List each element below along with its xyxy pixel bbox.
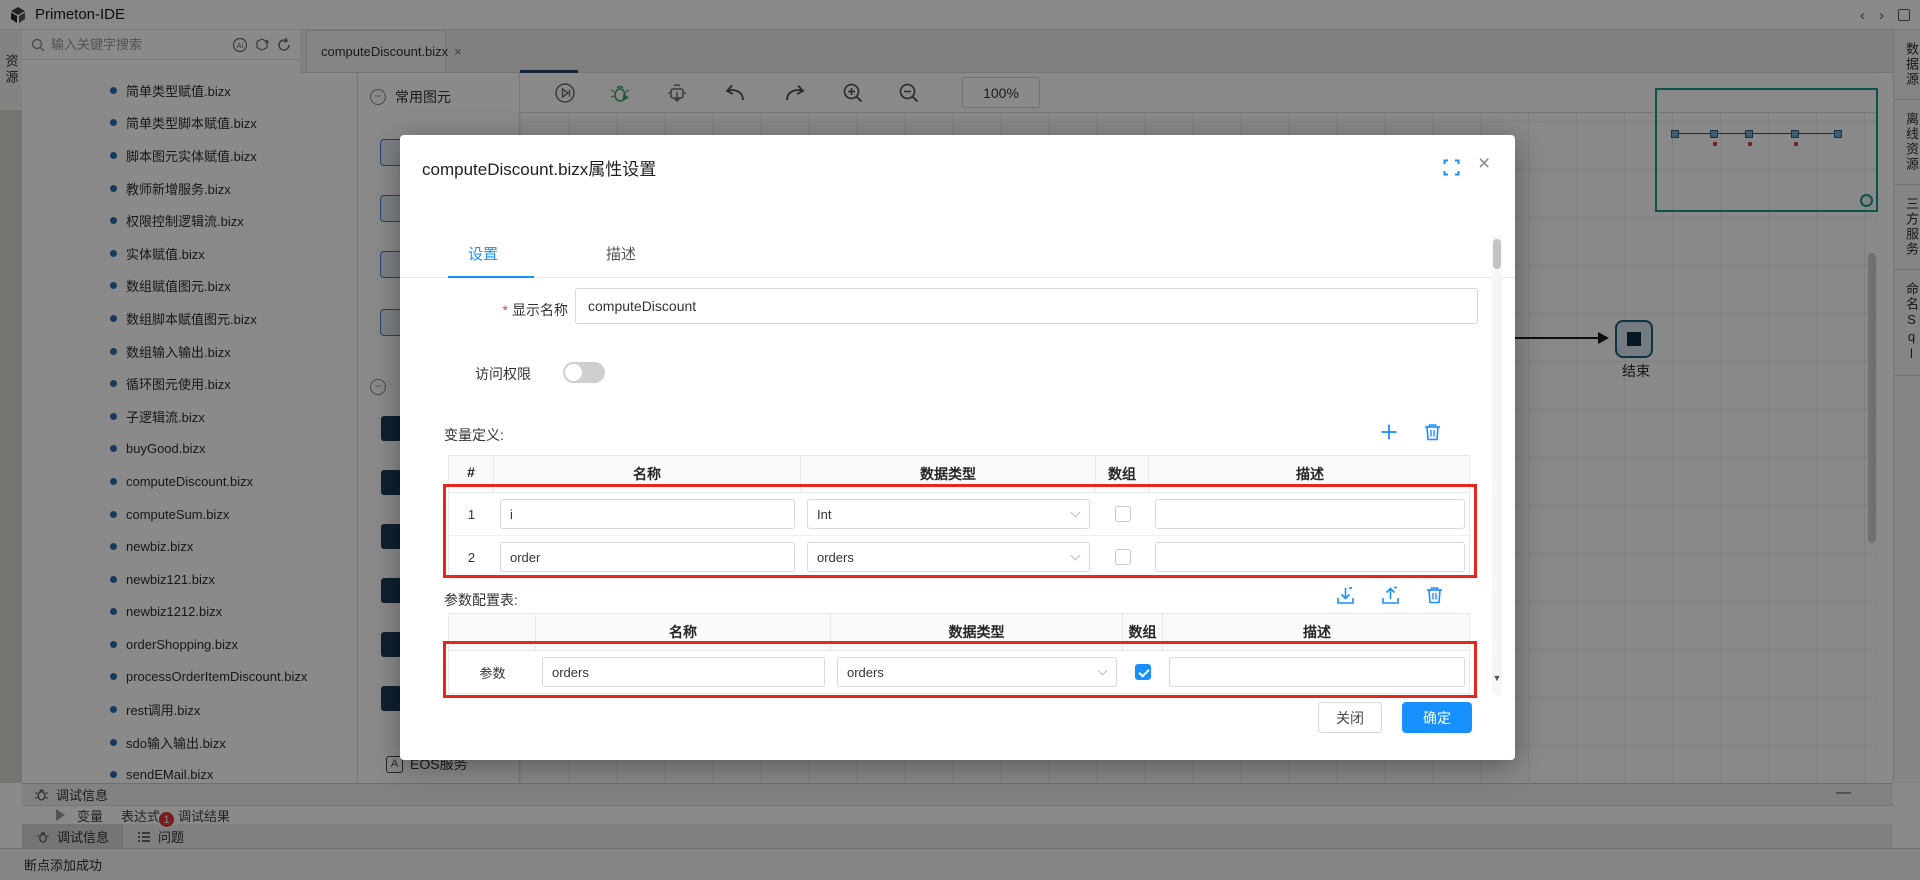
parameter-table: 名称 数据类型 数组 描述 参数 orders [448,613,1470,694]
app-window: Primeton-IDE ‹ › 资源 AI [0,0,1920,880]
row-index: 参数 [449,651,536,693]
export-icon[interactable] [1381,586,1400,605]
scroll-down-arrow-icon[interactable]: ▼ [1492,673,1502,683]
chevron-down-icon [1071,551,1081,561]
tab-active-underline [448,276,534,278]
array-checkbox[interactable] [1115,549,1131,565]
fullscreen-icon[interactable] [1443,159,1460,176]
close-button[interactable]: 关闭 [1318,702,1382,733]
tab-description[interactable]: 描述 [606,243,636,264]
confirm-button[interactable]: 确定 [1402,702,1472,733]
variable-table-header: # 名称 数据类型 数组 描述 [449,456,1469,493]
variable-type-select[interactable]: Int [807,499,1090,529]
tab-settings[interactable]: 设置 [468,243,498,264]
variable-type-select[interactable]: orders [807,542,1090,572]
variable-desc-input[interactable] [1155,499,1465,529]
import-icon[interactable] [1336,586,1355,605]
access-permission-label: 访问权限 [475,364,531,384]
delete-parameter-icon[interactable] [1426,586,1443,604]
variable-section-label: 变量定义: [444,425,504,445]
delete-variable-icon[interactable] [1424,423,1441,441]
display-name-label: *显示名称 [440,300,568,320]
parameter-name-input[interactable] [542,657,825,687]
close-icon[interactable]: × [1478,152,1490,176]
array-checkbox-checked[interactable] [1135,664,1151,680]
dialog-scrollbar-track[interactable] [1492,235,1502,695]
variable-table: # 名称 数据类型 数组 描述 1 Int 2 orders [448,455,1470,579]
table-row: 2 orders [449,536,1469,578]
chevron-down-icon [1071,508,1081,518]
table-row: 1 Int [449,493,1469,536]
parameter-table-header: 名称 数据类型 数组 描述 [449,614,1469,651]
table-row: 参数 orders [449,651,1469,693]
dialog-scrollbar-thumb[interactable] [1493,239,1501,269]
required-star: * [503,302,508,318]
row-index: 2 [449,536,494,578]
display-name-input[interactable] [575,288,1478,324]
parameter-section-label: 参数配置表: [444,590,518,610]
dialog-title: computeDiscount.bizx属性设置 [422,155,656,180]
row-index: 1 [449,493,494,535]
properties-dialog: computeDiscount.bizx属性设置 × 设置 描述 *显示名称 访… [400,135,1515,760]
parameter-desc-input[interactable] [1169,657,1465,687]
chevron-down-icon [1098,666,1108,676]
variable-name-input[interactable] [500,542,795,572]
array-checkbox[interactable] [1115,506,1131,522]
variable-name-input[interactable] [500,499,795,529]
access-permission-toggle[interactable] [563,362,605,383]
parameter-type-select[interactable]: orders [837,657,1117,687]
add-variable-icon[interactable] [1380,423,1398,441]
variable-desc-input[interactable] [1155,542,1465,572]
tab-divider [400,277,1515,278]
